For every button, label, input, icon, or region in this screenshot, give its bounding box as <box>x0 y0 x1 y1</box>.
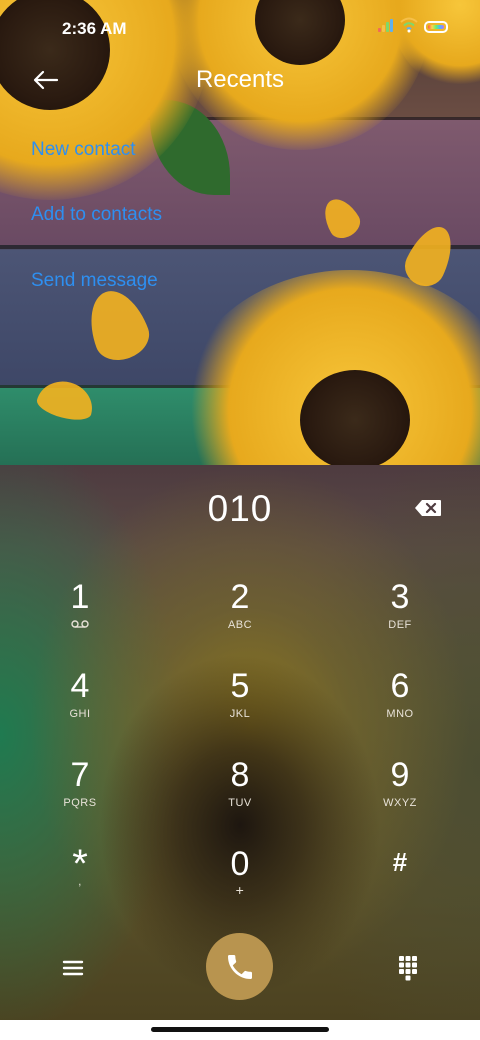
key-letters: MNO <box>386 708 414 720</box>
key-digit: 9 <box>390 756 410 794</box>
home-indicator[interactable] <box>151 1027 329 1032</box>
battery-icon <box>424 21 448 33</box>
wifi-icon <box>400 17 418 33</box>
status-bar: 2:36 AM <box>0 0 480 56</box>
sunflower-center <box>300 370 410 465</box>
key-2[interactable]: 2 ABC <box>180 577 300 657</box>
call-button[interactable] <box>206 933 273 1000</box>
key-6[interactable]: 6 MNO <box>340 666 460 746</box>
system-navigation-bar <box>0 1020 480 1040</box>
key-letters: GHI <box>69 708 91 720</box>
key-letters: JKL <box>229 708 251 720</box>
key-9[interactable]: 9 WXYZ <box>340 755 460 835</box>
key-7[interactable]: 7 PQRS <box>20 755 140 835</box>
key-digit: 2 <box>230 578 250 616</box>
voicemail-icon <box>20 619 140 631</box>
key-8[interactable]: 8 TUV <box>180 755 300 835</box>
key-digit: 3 <box>390 578 410 616</box>
key-1[interactable]: 1 <box>20 577 140 657</box>
dialpad-icon[interactable] <box>398 955 418 981</box>
key-letters: PQRS <box>63 797 97 809</box>
menu-icon[interactable] <box>60 955 86 981</box>
key-4[interactable]: 4 GHI <box>20 666 140 746</box>
key-digit: # <box>392 847 408 877</box>
key-digit: 1 <box>70 578 90 616</box>
key-0[interactable]: 0 + <box>180 844 300 924</box>
key-letters: + <box>235 882 245 898</box>
key-digit: 4 <box>70 667 90 705</box>
key-letters: TUV <box>228 797 252 809</box>
key-hash[interactable]: # <box>340 844 460 924</box>
key-5[interactable]: 5 JKL <box>180 666 300 746</box>
new-contact-link[interactable]: New contact <box>31 139 136 161</box>
plank-seam <box>0 245 480 249</box>
key-digit: 0 <box>230 845 250 883</box>
dialed-number: 010 <box>207 488 273 529</box>
key-letters: DEF <box>388 619 412 631</box>
key-letters: , <box>78 876 82 888</box>
add-to-contacts-link[interactable]: Add to contacts <box>31 204 162 226</box>
key-digit: 8 <box>230 756 250 794</box>
key-letters: ABC <box>227 619 253 631</box>
key-3[interactable]: 3 DEF <box>340 577 460 657</box>
key-star[interactable]: * , <box>20 844 140 924</box>
dialer-bottom-bar <box>0 933 480 1015</box>
phone-icon <box>227 954 252 979</box>
signal-icon <box>378 18 396 32</box>
backspace-icon[interactable] <box>414 499 442 517</box>
status-time: 2:36 AM <box>62 19 127 38</box>
key-digit: 6 <box>390 667 410 705</box>
key-digit: 5 <box>230 667 250 705</box>
page-title: Recents <box>195 66 285 93</box>
send-message-link[interactable]: Send message <box>31 270 158 292</box>
key-digit: 7 <box>70 756 90 794</box>
key-letters: WXYZ <box>383 797 417 809</box>
